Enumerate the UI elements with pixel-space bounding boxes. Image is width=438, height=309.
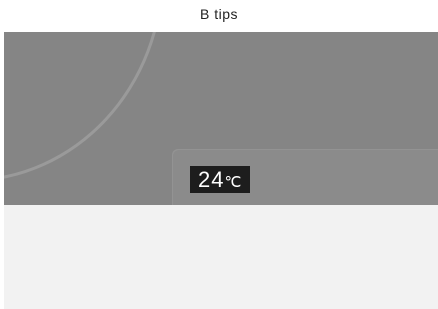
temperature-value: 24 — [198, 167, 225, 192]
page-title: B tips — [199, 6, 238, 22]
appliance-photo: 24℃ — [4, 32, 438, 205]
temperature-unit: ℃ — [224, 174, 243, 191]
dial-ring-shape — [4, 32, 164, 182]
tips-page: B tips 24℃ — [0, 0, 438, 309]
temperature-display: 24℃ — [190, 166, 251, 193]
content-area — [4, 205, 438, 309]
